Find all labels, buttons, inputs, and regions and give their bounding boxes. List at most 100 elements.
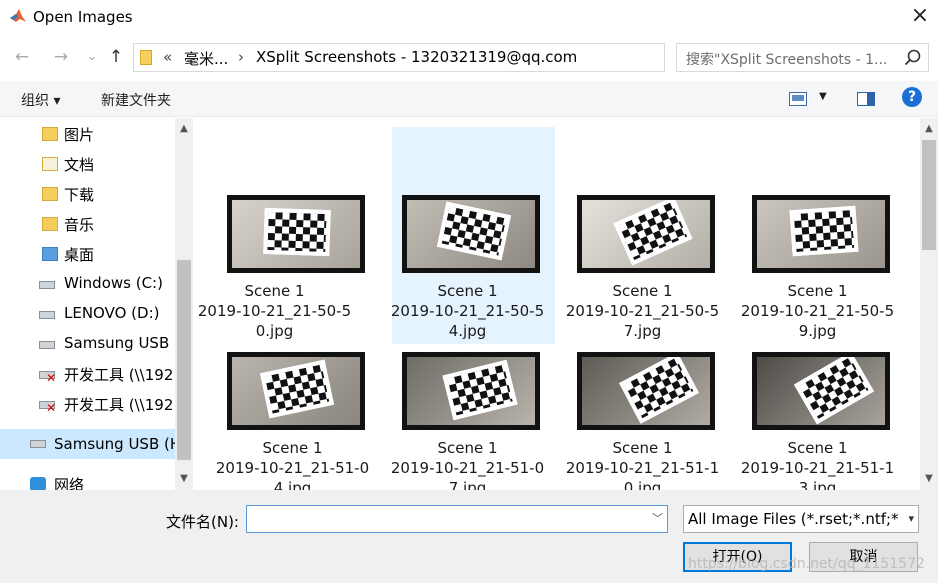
file-item[interactable]: Scene 1 2019-10-21_21-51-0 7.jpg bbox=[368, 284, 544, 490]
chevron-down-icon[interactable]: ﹀ bbox=[652, 510, 663, 526]
sidebar-item-label: 文档 bbox=[64, 156, 95, 174]
view-menu-icon[interactable] bbox=[789, 92, 807, 106]
sidebar-item-lenovo-d[interactable]: LENOVO (D:) bbox=[0, 300, 175, 328]
organize-button[interactable]: 组织 ▾ bbox=[21, 90, 60, 110]
close-icon[interactable]: × bbox=[905, 4, 935, 30]
scroll-up-icon[interactable]: ▲ bbox=[175, 120, 193, 138]
file-item[interactable]: Scene 1 2019-10-21_21-51-0 4.jpg bbox=[193, 284, 369, 490]
breadcrumb-separator[interactable]: › bbox=[238, 48, 244, 66]
address-bar[interactable]: « 毫米... › XSplit Screenshots - 132032131… bbox=[133, 43, 794, 72]
music-folder-icon bbox=[42, 217, 58, 231]
image-thumbnail bbox=[402, 352, 540, 430]
up-folder-icon[interactable]: ↑ bbox=[105, 46, 127, 68]
file-name-line: 4.jpg bbox=[273, 479, 312, 490]
file-item[interactable]: Scene 1 2019-10-21_21-51-1 3.jpg bbox=[718, 284, 894, 490]
sidebar-item-music[interactable]: 音乐 bbox=[0, 210, 175, 238]
scroll-down-icon[interactable]: ▼ bbox=[920, 470, 938, 488]
file-name-line: 2019-10-21_21-51-1 bbox=[565, 459, 720, 477]
sidebar-item-label: Windows (C:) bbox=[64, 274, 163, 292]
scroll-down-icon[interactable]: ▼ bbox=[175, 470, 193, 488]
file-list-scrollbar[interactable]: ▲ ▼ bbox=[920, 118, 938, 490]
image-thumbnail bbox=[577, 352, 715, 430]
recent-locations-icon[interactable]: ⌄ bbox=[81, 46, 103, 68]
error-x-icon: ✕ bbox=[46, 371, 57, 385]
file-list: Scene 1 2019-10-21_21-50-5 0.jpg Scene 1… bbox=[193, 118, 920, 490]
help-icon[interactable]: ? bbox=[902, 87, 922, 107]
watermark-text: https://blog.csdn.net/qq_1151572 bbox=[688, 556, 925, 572]
chevron-down-icon[interactable]: ▾ bbox=[908, 512, 914, 525]
sidebar-item-dev-tools-1[interactable]: ✕ 开发工具 (\\192 bbox=[0, 360, 175, 388]
search-icon[interactable] bbox=[903, 48, 923, 68]
window-title: Open Images bbox=[33, 8, 133, 26]
image-thumbnail bbox=[752, 195, 890, 273]
file-name-line: 3.jpg bbox=[798, 479, 837, 490]
error-x-icon: ✕ bbox=[46, 401, 57, 415]
sidebar-item-samsung-usb-h[interactable]: Samsung USB (H bbox=[0, 429, 175, 459]
desktop-folder-icon bbox=[42, 247, 58, 261]
sidebar-item-label: 网络 bbox=[54, 476, 85, 490]
file-type-select[interactable]: All Image Files (*.rset;*.ntf;*.r ▾ bbox=[683, 505, 919, 533]
dialog-footer: 文件名(N): ﹀ All Image Files (*.rset;*.ntf;… bbox=[0, 490, 938, 583]
network-icon bbox=[30, 477, 46, 490]
back-icon[interactable]: ← bbox=[11, 46, 33, 68]
forward-icon[interactable]: → bbox=[50, 46, 72, 68]
windows-drive-icon bbox=[39, 281, 55, 289]
scroll-thumb[interactable] bbox=[177, 260, 191, 460]
command-toolbar: 组织 ▾ 新建文件夹 ▼ ? bbox=[0, 81, 938, 117]
file-item[interactable]: Scene 1 2019-10-21_21-51-1 0.jpg bbox=[543, 284, 719, 490]
sidebar-scrollbar[interactable]: ▲ ▼ bbox=[175, 118, 193, 490]
title-bar: Open Images × bbox=[0, 0, 938, 34]
sidebar-item-pictures[interactable]: 图片 bbox=[0, 120, 175, 148]
breadcrumb-current[interactable]: XSplit Screenshots - 1320321319@qq.com bbox=[256, 48, 577, 66]
sidebar-item-network[interactable]: 网络 bbox=[0, 470, 175, 490]
file-name-line: Scene 1 bbox=[262, 439, 323, 457]
file-name-line: Scene 1 bbox=[612, 439, 673, 457]
filename-label: 文件名(N): bbox=[166, 513, 239, 531]
documents-folder-icon bbox=[42, 157, 58, 171]
sidebar-item-label: 音乐 bbox=[64, 216, 95, 234]
filename-field[interactable]: ﹀ bbox=[246, 505, 668, 533]
image-thumbnail bbox=[227, 352, 365, 430]
image-thumbnail bbox=[577, 195, 715, 273]
sidebar-item-label: Samsung USB ( bbox=[64, 334, 175, 352]
navigation-bar: ← → ⌄ ↑ « 毫米... › XSplit Screenshots - 1… bbox=[0, 40, 938, 76]
breadcrumb-parent[interactable]: 毫米... bbox=[184, 48, 228, 69]
sidebar-item-label: 开发工具 (\\192 bbox=[64, 366, 174, 384]
scroll-thumb[interactable] bbox=[922, 140, 936, 250]
search-input[interactable]: 搜索"XSplit Screenshots - 1... bbox=[676, 43, 929, 72]
file-name-line: Scene 1 bbox=[437, 439, 498, 457]
usb-drive-icon bbox=[30, 440, 46, 448]
file-name-line: 2019-10-21_21-51-0 bbox=[390, 459, 545, 477]
navigation-pane: 图片 文档 下载 音乐 桌面 Windows (C:) LENOVO (D:) … bbox=[0, 118, 175, 490]
sidebar-item-samsung-usb[interactable]: Samsung USB ( bbox=[0, 330, 175, 358]
sidebar-item-downloads[interactable]: 下载 bbox=[0, 180, 175, 208]
file-name-line: Scene 1 bbox=[787, 439, 848, 457]
downloads-folder-icon bbox=[42, 187, 58, 201]
sidebar-item-label: LENOVO (D:) bbox=[64, 304, 160, 322]
sidebar-item-label: Samsung USB (H bbox=[54, 435, 175, 453]
preview-pane-icon[interactable] bbox=[857, 92, 875, 106]
sidebar-item-dev-tools-2[interactable]: ✕ 开发工具 (\\192 bbox=[0, 390, 175, 418]
image-thumbnail bbox=[752, 352, 890, 430]
sidebar-item-documents[interactable]: 文档 bbox=[0, 150, 175, 178]
chevron-down-icon[interactable]: ▼ bbox=[819, 91, 827, 102]
new-folder-button[interactable]: 新建文件夹 bbox=[101, 90, 171, 110]
file-name-line: 2019-10-21_21-51-0 bbox=[215, 459, 370, 477]
sidebar-item-label: 桌面 bbox=[64, 246, 95, 264]
search-placeholder: 搜索"XSplit Screenshots - 1... bbox=[686, 52, 888, 68]
usb-drive-icon bbox=[39, 341, 55, 349]
folder-icon bbox=[140, 50, 152, 65]
file-name-line: 2019-10-21_21-51-1 bbox=[740, 459, 895, 477]
file-type-value: All Image Files (*.rset;*.ntf;*.r bbox=[688, 510, 900, 528]
sidebar-item-label: 下载 bbox=[64, 186, 95, 204]
overflow-chevron[interactable]: « bbox=[163, 48, 172, 66]
file-name-line: 7.jpg bbox=[448, 479, 487, 490]
sidebar-item-label: 图片 bbox=[64, 126, 95, 144]
image-thumbnail bbox=[227, 195, 365, 273]
sidebar-item-windows-c[interactable]: Windows (C:) bbox=[0, 270, 175, 298]
sidebar-item-desktop[interactable]: 桌面 bbox=[0, 240, 175, 268]
scroll-up-icon[interactable]: ▲ bbox=[920, 120, 938, 138]
drive-icon bbox=[39, 311, 55, 319]
sidebar-item-label: 开发工具 (\\192 bbox=[64, 396, 174, 414]
file-name-line: 0.jpg bbox=[623, 479, 662, 490]
